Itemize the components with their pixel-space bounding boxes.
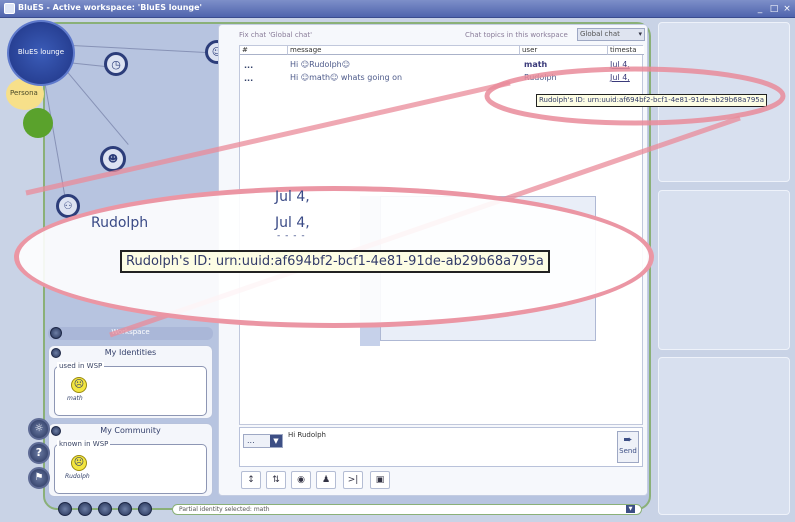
workspace-header[interactable]: Workspace bbox=[48, 327, 213, 340]
nav-dot[interactable] bbox=[138, 502, 152, 516]
identities-toggle[interactable] bbox=[51, 348, 61, 358]
exit-button[interactable]: ⚑ bbox=[28, 467, 50, 489]
message-user[interactable]: Rudolph bbox=[524, 73, 557, 82]
send-button[interactable]: ➨ Send bbox=[617, 431, 639, 463]
smiley-icon[interactable]: ☹ bbox=[71, 455, 87, 471]
minimize-button[interactable]: _ bbox=[754, 4, 766, 14]
window-title: BluES - Active workspace: 'BluES lounge' bbox=[18, 3, 202, 12]
column-header-number[interactable]: # bbox=[240, 46, 288, 55]
smiley-icon[interactable]: ☹ bbox=[71, 377, 87, 393]
identities-fieldset: used in WSP ☹ math bbox=[54, 362, 207, 416]
nav-dot[interactable] bbox=[98, 502, 112, 516]
identity-icon[interactable]: ♟ bbox=[316, 471, 336, 489]
row-number: ... bbox=[244, 74, 254, 83]
bottom-dots bbox=[58, 502, 152, 516]
fix-chat-label[interactable]: Fix chat 'Global chat' bbox=[239, 31, 312, 39]
identities-panel: My Identities used in WSP ☹ math bbox=[48, 345, 213, 419]
gear-icon: ☼ bbox=[34, 423, 44, 434]
sort-user-icon[interactable]: ⇅ bbox=[266, 471, 286, 489]
zoom-tooltip: Rudolph's ID: urn:uuid:af694bf2-bcf1-4e8… bbox=[120, 250, 550, 273]
zoom-time: Jul 4, bbox=[275, 189, 310, 205]
chevron-down-icon: ▾ bbox=[638, 30, 642, 38]
clock-node[interactable]: ◷ bbox=[104, 52, 128, 76]
send-label: Send bbox=[619, 447, 637, 455]
chat-topics-label: Chat topics in this workspace bbox=[465, 31, 568, 39]
nav-dot[interactable] bbox=[58, 502, 72, 516]
message-time: Jul 4, bbox=[610, 73, 630, 82]
community-toggle[interactable] bbox=[51, 426, 61, 436]
help-button[interactable]: ? bbox=[28, 442, 50, 464]
user-id-tooltip: Rudolph's ID: urn:uuid:af694bf2-bcf1-4e8… bbox=[536, 94, 768, 107]
message-text: Hi ☺math☺ whats going on bbox=[290, 73, 403, 82]
identity-select[interactable]: Partial identity selected: math ▼ bbox=[172, 504, 642, 515]
nav-dot[interactable] bbox=[118, 502, 132, 516]
input-area: ... ▼ Hi Rudolph ➨ Send bbox=[239, 427, 643, 467]
zoom-lens: Rudolph Jul 4, Jul 4, - - - - Rudolph's … bbox=[14, 186, 654, 328]
arrow-right-icon: ➨ bbox=[623, 433, 633, 446]
running-man-icon: ⚑ bbox=[34, 472, 44, 483]
right-panel-bottom bbox=[658, 357, 790, 515]
format-dropdown[interactable]: ... ▼ bbox=[243, 434, 283, 448]
title-bar: BluES - Active workspace: 'BluES lounge'… bbox=[0, 0, 795, 18]
person-node[interactable]: ☻ bbox=[100, 146, 126, 172]
close-button[interactable]: × bbox=[781, 4, 793, 14]
identity-select-value: Partial identity selected: math bbox=[179, 506, 270, 513]
right-panel-middle bbox=[658, 190, 790, 350]
topic-select-value: Global chat bbox=[580, 30, 620, 38]
identities-title: My Identities bbox=[104, 348, 157, 357]
message-input[interactable]: Hi Rudolph bbox=[288, 431, 614, 465]
window-icon[interactable]: ▣ bbox=[370, 471, 390, 489]
format-dropdown-value: ... bbox=[247, 436, 255, 445]
community-title: My Community bbox=[100, 426, 161, 435]
community-legend: known in WSP bbox=[57, 440, 111, 448]
nav-dot[interactable] bbox=[78, 502, 92, 516]
message-text: Hi ☺Rudolph☺ bbox=[290, 60, 351, 69]
community-member-name: Rudolph bbox=[65, 473, 90, 480]
zoom-user-name: Rudolph bbox=[91, 215, 149, 231]
message-user[interactable]: math bbox=[524, 60, 547, 69]
filter-icon[interactable]: ◉ bbox=[291, 471, 311, 489]
lounge-label: BluES lounge bbox=[17, 48, 65, 56]
message-time: Jul 4, bbox=[610, 60, 630, 69]
maximize-button[interactable]: □ bbox=[768, 4, 780, 14]
topic-select[interactable]: Global chat ▾ bbox=[577, 28, 645, 41]
help-icon: ? bbox=[35, 446, 43, 459]
settings-button[interactable]: ☼ bbox=[28, 418, 50, 440]
forward-icon[interactable]: >| bbox=[343, 471, 363, 489]
row-number: ... bbox=[244, 61, 254, 70]
chevron-down-icon: ▼ bbox=[626, 505, 635, 513]
personal-label: Persona bbox=[10, 89, 38, 97]
chat-toolbar: ↕ ⇅ ◉ ♟ >| ▣ bbox=[241, 471, 390, 489]
column-header-message[interactable]: message bbox=[288, 46, 520, 55]
column-header-user[interactable]: user bbox=[520, 46, 608, 55]
green-bubble[interactable] bbox=[23, 108, 53, 138]
app-icon bbox=[4, 3, 15, 14]
zoom-time: Jul 4, bbox=[275, 215, 310, 231]
group-icon: ⚇ bbox=[63, 200, 73, 212]
workspace-label: Workspace bbox=[111, 328, 150, 336]
zoom-dashes: - - - - bbox=[277, 231, 306, 241]
lounge-bubble[interactable]: BluES lounge bbox=[7, 20, 75, 86]
clock-icon: ◷ bbox=[111, 57, 121, 71]
identity-name: math bbox=[67, 395, 83, 402]
chevron-down-icon: ▼ bbox=[270, 435, 282, 447]
community-panel: My Community known in WSP ☹ Rudolph bbox=[48, 423, 213, 497]
identities-legend: used in WSP bbox=[57, 362, 105, 370]
community-fieldset: known in WSP ☹ Rudolph bbox=[54, 440, 207, 494]
sort-number-icon[interactable]: ↕ bbox=[241, 471, 261, 489]
person-icon: ☻ bbox=[107, 153, 119, 165]
column-header-timestamp[interactable]: timesta bbox=[608, 46, 644, 55]
